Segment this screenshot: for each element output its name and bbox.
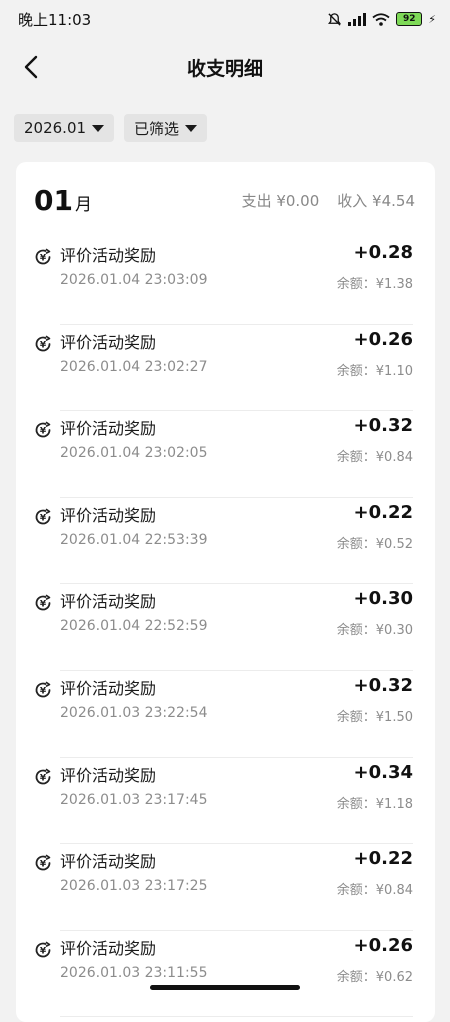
date-filter-label: 2026.01 bbox=[24, 119, 86, 137]
transaction-name: 评价活动奖励 bbox=[60, 588, 156, 612]
transaction-time: 2026.01.04 22:53:39 bbox=[60, 532, 208, 548]
month-label: 01 月 bbox=[34, 184, 92, 217]
transaction-balance: 余额：¥0.52 bbox=[337, 533, 413, 552]
transaction-row[interactable]: ¥ 评价活动奖励 2026.01.04 23:03:09 +0.28 余额：¥1… bbox=[16, 238, 435, 325]
transaction-amount: +0.28 bbox=[354, 242, 414, 263]
transaction-balance: 余额：¥1.50 bbox=[337, 706, 413, 725]
transactions-card: 01 月 支出 ¥0.00 收入 ¥4.54 ¥ 评价活动奖励 2026.01.… bbox=[16, 162, 435, 1022]
yuan-coin-icon: ¥ bbox=[34, 681, 52, 699]
svg-text:¥: ¥ bbox=[40, 859, 47, 869]
transaction-name: 评价活动奖励 bbox=[60, 242, 156, 266]
income-total: 收入 ¥4.54 bbox=[337, 190, 415, 211]
month-totals: 支出 ¥0.00 收入 ¥4.54 bbox=[242, 190, 415, 211]
yuan-coin-icon: ¥ bbox=[34, 335, 52, 353]
svg-text:¥: ¥ bbox=[40, 600, 47, 610]
transaction-name: 评价活动奖励 bbox=[60, 762, 156, 786]
transaction-row[interactable]: ¥ 评价活动奖励 2026.01.04 22:52:59 +0.30 余额：¥0… bbox=[16, 584, 435, 671]
transaction-row[interactable]: ¥ 评价活动奖励 2026.01.03 23:17:25 +0.22 余额：¥0… bbox=[16, 844, 435, 931]
month-summary: 01 月 支出 ¥0.00 收入 ¥4.54 bbox=[16, 162, 435, 238]
transaction-time: 2026.01.04 23:02:05 bbox=[60, 445, 208, 461]
status-time: 晚上11:03 bbox=[18, 9, 91, 30]
filter-bar: 2026.01 已筛选 bbox=[14, 114, 207, 142]
status-icons: 92 ⚡ bbox=[327, 12, 436, 27]
charging-icon: ⚡ bbox=[428, 13, 436, 26]
transaction-name: 评价活动奖励 bbox=[60, 848, 156, 872]
yuan-coin-icon: ¥ bbox=[34, 768, 52, 786]
transaction-name: 评价活动奖励 bbox=[60, 415, 156, 439]
yuan-coin-icon: ¥ bbox=[34, 594, 52, 612]
transaction-name: 评价活动奖励 bbox=[60, 329, 156, 353]
transaction-row[interactable]: ¥ 评价活动奖励 2026.01.04 23:02:27 +0.26 余额：¥1… bbox=[16, 325, 435, 412]
transaction-time: 2026.01.04 22:52:59 bbox=[60, 618, 208, 634]
type-filter-label: 已筛选 bbox=[134, 118, 179, 139]
expense-total: 支出 ¥0.00 bbox=[242, 190, 320, 211]
svg-text:¥: ¥ bbox=[40, 340, 47, 350]
transaction-balance: 余额：¥0.30 bbox=[337, 619, 413, 638]
date-filter-dropdown[interactable]: 2026.01 bbox=[14, 114, 114, 142]
transaction-row[interactable]: ¥ 评价活动奖励 2026.01.03 23:17:45 +0.34 余额：¥1… bbox=[16, 758, 435, 845]
transaction-amount: +0.32 bbox=[354, 415, 414, 436]
transaction-balance: 余额：¥0.84 bbox=[337, 446, 413, 465]
svg-text:¥: ¥ bbox=[40, 513, 47, 523]
back-button[interactable] bbox=[14, 50, 48, 84]
svg-text:¥: ¥ bbox=[40, 946, 47, 956]
transaction-row[interactable]: ¥ 评价活动奖励 2026.01.04 23:02:05 +0.32 余额：¥0… bbox=[16, 411, 435, 498]
transaction-amount: +0.22 bbox=[354, 848, 414, 869]
transaction-balance: 余额：¥1.18 bbox=[337, 793, 413, 812]
transaction-list: ¥ 评价活动奖励 2026.01.04 23:03:09 +0.28 余额：¥1… bbox=[16, 238, 435, 1017]
yuan-coin-icon: ¥ bbox=[34, 248, 52, 266]
svg-text:¥: ¥ bbox=[40, 253, 47, 263]
transaction-name: 评价活动奖励 bbox=[60, 935, 156, 959]
transaction-row[interactable]: ¥ 评价活动奖励 2026.01.04 22:53:39 +0.22 余额：¥0… bbox=[16, 498, 435, 585]
page-title: 收支明细 bbox=[187, 54, 263, 81]
signal-icon bbox=[348, 13, 366, 26]
svg-text:¥: ¥ bbox=[40, 686, 47, 696]
transaction-name: 评价活动奖励 bbox=[60, 675, 156, 699]
transaction-row[interactable]: ¥ 评价活动奖励 2026.01.03 23:22:54 +0.32 余额：¥1… bbox=[16, 671, 435, 758]
transaction-balance: 余额：¥0.84 bbox=[337, 879, 413, 898]
battery-indicator: 92 bbox=[396, 12, 422, 26]
transaction-time: 2026.01.03 23:17:45 bbox=[60, 792, 208, 808]
transaction-time: 2026.01.04 23:02:27 bbox=[60, 359, 208, 375]
transaction-amount: +0.22 bbox=[354, 502, 414, 523]
transaction-time: 2026.01.03 23:17:25 bbox=[60, 878, 208, 894]
transaction-balance: 余额：¥1.38 bbox=[337, 273, 413, 292]
type-filter-dropdown[interactable]: 已筛选 bbox=[124, 114, 207, 142]
wifi-icon bbox=[372, 13, 390, 26]
month-number: 01 bbox=[34, 184, 73, 217]
svg-text:¥: ¥ bbox=[40, 426, 47, 436]
transaction-amount: +0.32 bbox=[354, 675, 414, 696]
transaction-amount: +0.34 bbox=[354, 762, 414, 783]
yuan-coin-icon: ¥ bbox=[34, 421, 52, 439]
transaction-time: 2026.01.04 23:03:09 bbox=[60, 272, 208, 288]
transaction-amount: +0.30 bbox=[354, 588, 414, 609]
chevron-left-icon bbox=[24, 55, 38, 79]
yuan-coin-icon: ¥ bbox=[34, 508, 52, 526]
caret-down-icon bbox=[92, 125, 104, 132]
transaction-balance: 余额：¥0.62 bbox=[337, 966, 413, 985]
header: 收支明细 bbox=[0, 40, 450, 94]
transaction-name: 评价活动奖励 bbox=[60, 502, 156, 526]
status-bar: 晚上11:03 92 ⚡ bbox=[0, 0, 450, 38]
transaction-time: 2026.01.03 23:22:54 bbox=[60, 705, 208, 721]
transaction-amount: +0.26 bbox=[354, 329, 414, 350]
mute-bell-icon bbox=[327, 12, 342, 27]
home-indicator[interactable] bbox=[150, 985, 300, 990]
caret-down-icon bbox=[185, 125, 197, 132]
svg-text:¥: ¥ bbox=[40, 773, 47, 783]
transaction-row[interactable]: ¥ 评价活动奖励 2026.01.03 23:11:55 +0.26 余额：¥0… bbox=[16, 931, 435, 1018]
yuan-coin-icon: ¥ bbox=[34, 854, 52, 872]
transaction-amount: +0.26 bbox=[354, 935, 414, 956]
transaction-balance: 余额：¥1.10 bbox=[337, 360, 413, 379]
yuan-coin-icon: ¥ bbox=[34, 941, 52, 959]
transaction-time: 2026.01.03 23:11:55 bbox=[60, 965, 208, 981]
month-unit: 月 bbox=[75, 190, 92, 215]
